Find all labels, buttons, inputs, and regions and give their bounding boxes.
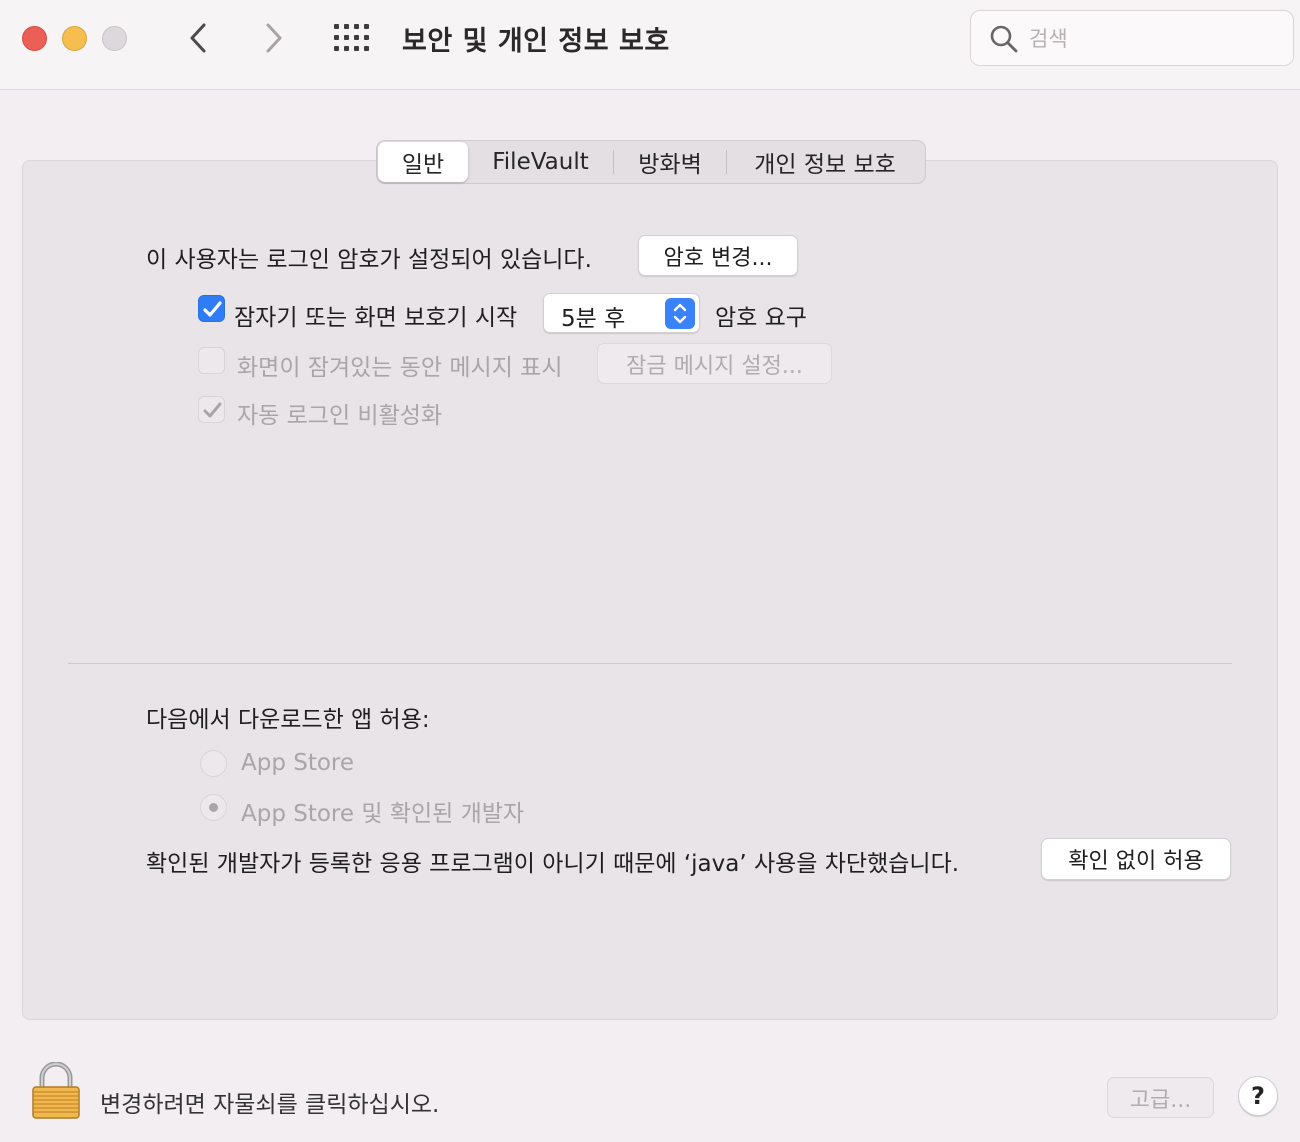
advanced-button[interactable]: 고급... bbox=[1107, 1077, 1214, 1118]
section-divider bbox=[68, 663, 1232, 664]
require-password-suffix: 암호 요구 bbox=[715, 305, 807, 331]
title-bar: 보안 및 개인 정보 보호 bbox=[0, 0, 1300, 90]
blocked-app-message: 확인된 개발자가 등록한 응용 프로그램이 아니기 때문에 ‘java’ 사용을… bbox=[146, 851, 960, 877]
chevron-right-icon bbox=[266, 23, 282, 53]
lock-button[interactable] bbox=[30, 1061, 82, 1124]
change-password-button[interactable]: 암호 변경... bbox=[638, 235, 798, 276]
window-title: 보안 및 개인 정보 보호 bbox=[402, 26, 670, 57]
tab-filevault[interactable]: FileVault bbox=[468, 142, 613, 182]
radio-app-store[interactable] bbox=[200, 750, 227, 777]
disable-auto-login-checkbox[interactable] bbox=[198, 396, 225, 423]
password-delay-popup[interactable]: 5분 후 bbox=[543, 293, 700, 333]
grid-icon bbox=[334, 24, 369, 51]
zoom-window-button[interactable] bbox=[102, 26, 127, 51]
search-icon bbox=[990, 25, 1018, 53]
radio-app-store-label: App Store bbox=[241, 750, 355, 776]
radio-app-store-identified-developers[interactable] bbox=[200, 794, 227, 821]
show-message-label: 화면이 잠겨있는 동안 메시지 표시 bbox=[237, 355, 563, 381]
close-window-button[interactable] bbox=[22, 26, 47, 51]
radio-selected-dot bbox=[209, 803, 218, 812]
radio-app-store-identified-developers-label: App Store 및 확인된 개발자 bbox=[241, 801, 525, 827]
back-button[interactable] bbox=[184, 20, 214, 56]
checkmark-icon bbox=[203, 301, 222, 317]
content-panel bbox=[22, 160, 1278, 1020]
disable-auto-login-label: 자동 로그인 비활성화 bbox=[237, 403, 443, 429]
show-all-button[interactable] bbox=[334, 24, 374, 52]
help-button[interactable]: ? bbox=[1238, 1076, 1278, 1116]
search-field[interactable] bbox=[970, 10, 1294, 66]
chevron-left-icon bbox=[190, 23, 206, 53]
popup-arrows-icon bbox=[665, 298, 695, 329]
login-password-text: 이 사용자는 로그인 암호가 설정되어 있습니다. bbox=[146, 247, 592, 273]
set-lock-message-button[interactable]: 잠금 메시지 설정... bbox=[597, 343, 832, 384]
minimize-window-button[interactable] bbox=[62, 26, 87, 51]
tab-firewall[interactable]: 방화벽 bbox=[614, 142, 726, 182]
tab-general[interactable]: 일반 bbox=[378, 142, 468, 182]
allow-downloads-heading: 다음에서 다운로드한 앱 허용: bbox=[146, 707, 430, 733]
checkmark-icon bbox=[203, 402, 222, 418]
lock-icon bbox=[32, 1061, 80, 1119]
lock-instruction-text: 변경하려면 자물쇠를 클릭하십시오. bbox=[100, 1092, 440, 1118]
require-password-checkbox[interactable] bbox=[198, 295, 225, 322]
tab-bar: 일반 FileVault 방화벽 개인 정보 보호 bbox=[376, 140, 926, 184]
require-password-label: 잠자기 또는 화면 보호기 시작 bbox=[234, 305, 518, 331]
tab-privacy[interactable]: 개인 정보 보호 bbox=[727, 142, 923, 182]
forward-button[interactable] bbox=[258, 20, 288, 56]
allow-anyway-button[interactable]: 확인 없이 허용 bbox=[1041, 838, 1231, 880]
show-message-checkbox[interactable] bbox=[198, 347, 225, 374]
password-delay-value: 5분 후 bbox=[561, 306, 626, 332]
search-input[interactable] bbox=[1029, 23, 1279, 55]
